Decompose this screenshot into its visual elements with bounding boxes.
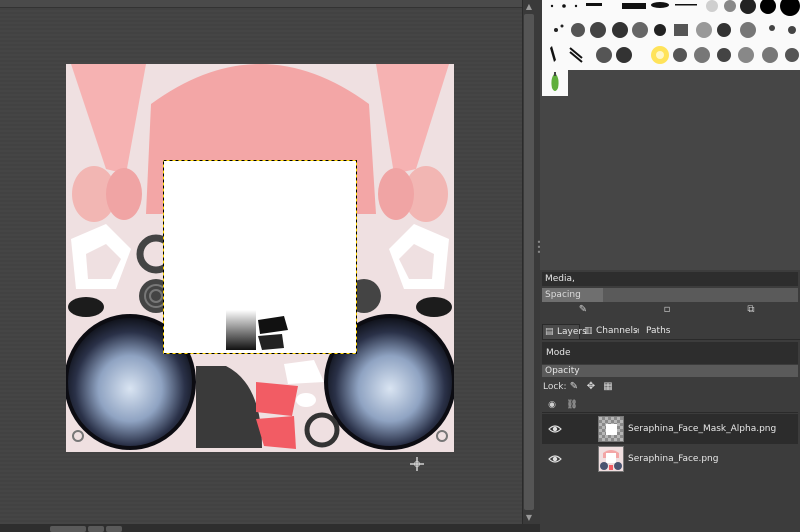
top-ruler <box>0 0 528 8</box>
channels-icon: ▥ <box>584 326 593 336</box>
eye-icon: ◉ <box>548 400 556 410</box>
spacing-label: Spacing <box>545 290 581 300</box>
tab-layers[interactable]: ▤ Layers <box>542 324 587 339</box>
lock-row: Lock: ✎ ✥ ▦ <box>542 380 798 394</box>
tab-channels[interactable]: ▥ Channels <box>582 324 638 339</box>
layers-icon: ▤ <box>545 327 554 337</box>
gimp-window: ▲ ▼ • • • Media, Spacing ✎ ▫ ⧉ ▤ Layers … <box>0 0 800 532</box>
brushes-grid[interactable] <box>542 0 800 70</box>
tab-paths[interactable]: ⩘ Paths <box>632 324 672 339</box>
scroll-up-arrow-icon[interactable]: ▲ <box>523 2 535 12</box>
layer-name: Seraphina_Face_Mask_Alpha.png <box>628 424 777 434</box>
layer-opacity-slider[interactable]: Opacity <box>542 365 798 377</box>
layer-row[interactable]: Seraphina_Face.png <box>542 444 798 474</box>
scroll-down-arrow-icon[interactable]: ▼ <box>523 513 535 523</box>
paintbrush-lock-icon[interactable]: ✎ <box>568 381 580 393</box>
duplicate-brush-icon[interactable]: ⧉ <box>744 303 758 317</box>
brush-actions-bar: ✎ ▫ ⧉ <box>542 302 798 318</box>
status-button-3[interactable] <box>106 526 122 532</box>
layer-row[interactable]: Seraphina_Face_Mask_Alpha.png <box>542 414 798 444</box>
eye-icon[interactable] <box>548 452 562 466</box>
layer-thumbnail <box>598 446 624 472</box>
edit-brush-icon[interactable]: ✎ <box>576 303 590 317</box>
new-brush-icon[interactable]: ▫ <box>660 303 674 317</box>
brush-tag-field[interactable]: Media, <box>542 272 798 286</box>
lock-label: Lock: <box>543 382 567 392</box>
paths-icon: ⩘ <box>634 326 640 336</box>
layer-thumbnail <box>598 416 624 442</box>
checker-lock-icon[interactable]: ▦ <box>602 381 614 393</box>
canvas-area[interactable] <box>0 0 528 532</box>
image-canvas[interactable] <box>66 64 454 452</box>
status-button-1[interactable] <box>50 526 86 532</box>
layer-mode-select[interactable]: Mode <box>542 342 798 364</box>
move-lock-icon[interactable]: ✥ <box>585 381 597 393</box>
vertical-scrollbar-thumb[interactable] <box>524 14 534 510</box>
brush-row-2 <box>554 22 796 38</box>
texture-image <box>66 64 454 452</box>
eye-icon[interactable] <box>548 422 562 436</box>
spacing-slider[interactable]: Spacing <box>542 288 798 302</box>
move-crosshair-icon <box>409 456 425 472</box>
right-dock: Media, Spacing ✎ ▫ ⧉ ▤ Layers ▥ Channels… <box>540 0 800 532</box>
layer-name: Seraphina_Face.png <box>628 454 719 464</box>
brush-row-1 <box>550 0 800 16</box>
layers-empty-area <box>542 476 798 532</box>
layers-list-header: ◉ ⛓ <box>542 397 798 413</box>
brushes-panel-empty <box>540 70 800 270</box>
chain-icon: ⛓ <box>566 400 578 410</box>
brush-row-3 <box>550 46 799 64</box>
dock-tabs: ▤ Layers ▥ Channels ⩘ Paths <box>542 322 800 340</box>
status-button-2[interactable] <box>88 526 104 532</box>
